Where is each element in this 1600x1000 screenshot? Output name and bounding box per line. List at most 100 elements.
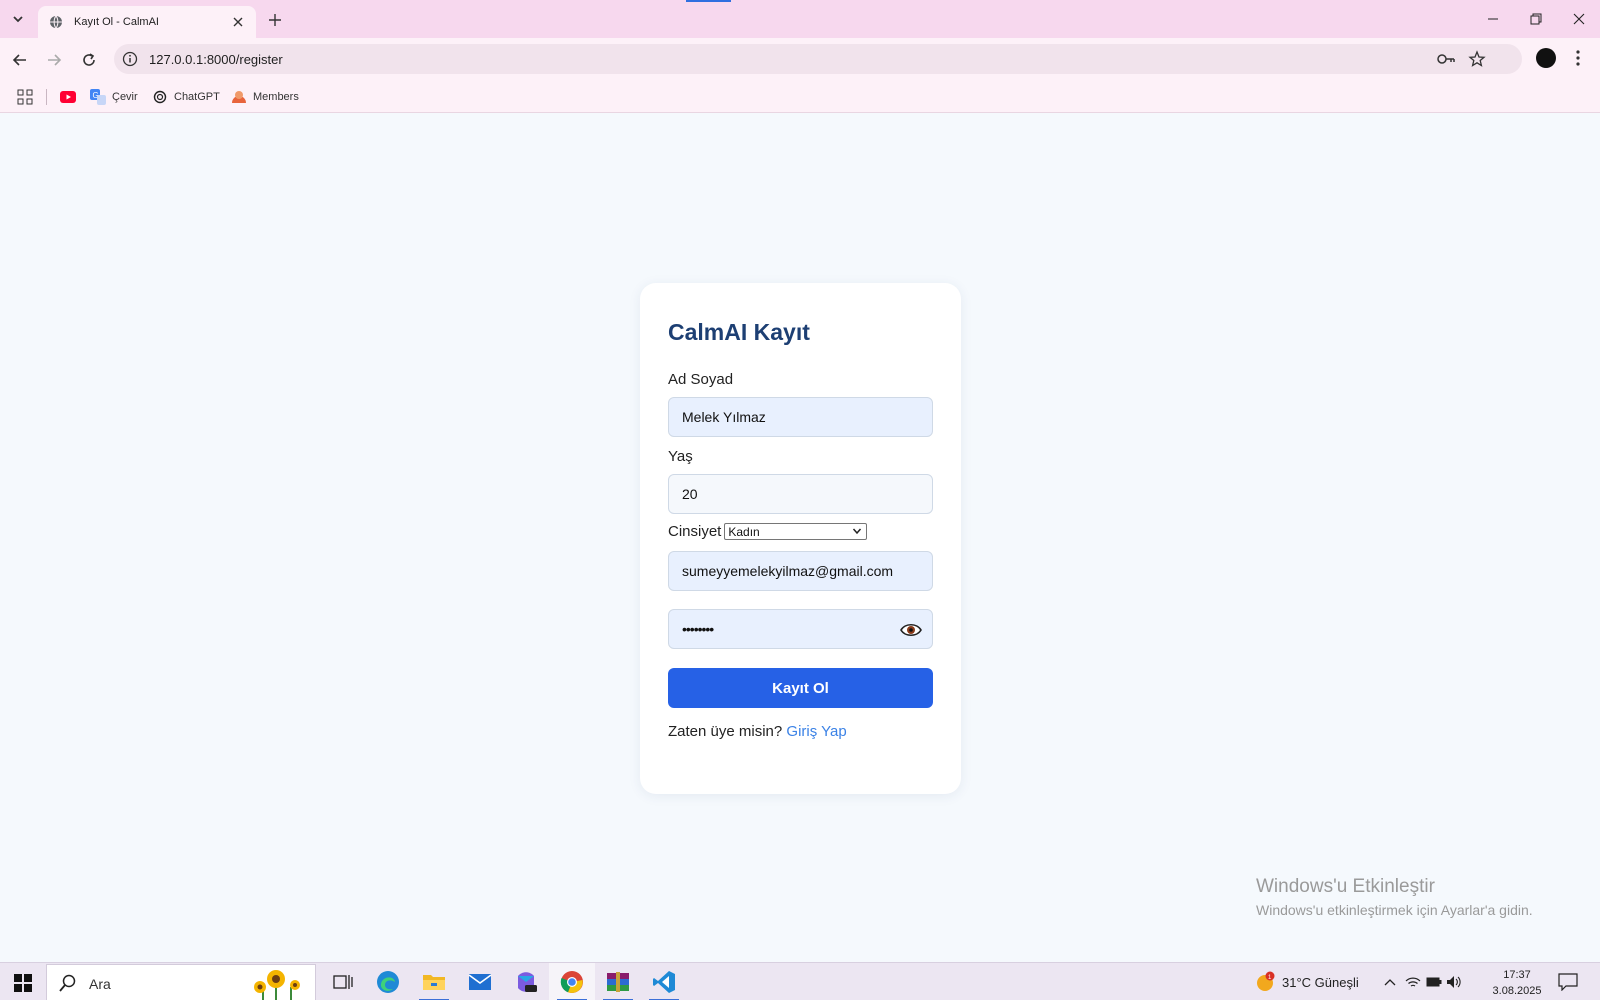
activation-watermark: Windows'u Etkinleştir Windows'u etkinleş… [1256, 876, 1533, 918]
vscode-app[interactable] [641, 963, 687, 1000]
restore-icon [1530, 13, 1542, 25]
name-label: Ad Soyad [668, 371, 734, 388]
volume-control[interactable] [1446, 963, 1462, 1000]
edge-app[interactable] [365, 963, 411, 1000]
battery-status[interactable] [1426, 963, 1442, 1000]
profile-avatar[interactable] [1536, 48, 1556, 68]
clock-time: 17:37 [1503, 969, 1531, 981]
reload-icon [83, 53, 95, 66]
network-status[interactable] [1405, 963, 1421, 1000]
mail-app[interactable] [457, 963, 503, 1000]
winrar-app[interactable] [595, 963, 641, 1000]
minimize-icon [1488, 18, 1498, 20]
weather-sun-icon: 1 [1257, 971, 1275, 991]
age-value: 20 [682, 486, 698, 502]
notification-icon[interactable] [1558, 973, 1578, 991]
tab-search-button[interactable] [6, 8, 30, 30]
members-icon [231, 89, 247, 105]
site-info-icon[interactable] [122, 51, 138, 67]
login-link[interactable]: Giriş Yap [786, 723, 846, 740]
task-view-icon [333, 975, 353, 989]
password-field[interactable]: •••••••• [668, 609, 933, 649]
search-placeholder: Ara [89, 976, 111, 992]
bookmarks-separator [46, 89, 47, 105]
clock-date: 3.08.2025 [1492, 985, 1542, 997]
windows-start-icon[interactable] [14, 974, 32, 992]
close-icon [1573, 13, 1585, 25]
back-button[interactable] [7, 47, 33, 73]
youtube-icon [60, 89, 76, 105]
loading-indicator [686, 0, 731, 2]
tab-active[interactable]: Kayıt Ol - CalmAI [38, 6, 256, 38]
globe-icon [48, 14, 64, 30]
translate-icon: G [90, 89, 106, 105]
gender-row: Cinsiyet Kadın [668, 523, 868, 540]
register-button[interactable]: Kayıt Ol [668, 668, 933, 708]
login-prompt: Zaten üye misin? [668, 723, 783, 740]
forward-button[interactable] [41, 47, 67, 73]
age-field[interactable]: 20 [668, 474, 933, 514]
address-bar[interactable]: 127.0.0.1:8000/register [114, 44, 1522, 74]
reload-button[interactable] [76, 47, 102, 73]
page-title: CalmAI Kayıt [668, 319, 810, 345]
wifi-icon [1405, 977, 1421, 987]
taskbar-search[interactable]: Ara [46, 964, 316, 1000]
restore-button[interactable] [1519, 6, 1553, 32]
activation-title: Windows'u Etkinleştir [1256, 876, 1435, 897]
eye-icon[interactable] [900, 621, 922, 639]
file-explorer-app[interactable] [411, 963, 457, 1000]
task-view-button[interactable] [320, 963, 366, 1000]
tray-expand[interactable] [1384, 963, 1396, 1000]
battery-icon [1426, 977, 1442, 987]
arrow-right-icon [48, 54, 62, 66]
clock[interactable]: 17:37 3.08.2025 [1484, 967, 1550, 999]
bookmark-star-icon[interactable] [1468, 50, 1486, 68]
chatgpt-icon [152, 89, 168, 105]
folder-icon [423, 975, 445, 990]
m365-icon [518, 972, 537, 992]
search-icon [59, 974, 76, 992]
activation-subtitle: Windows'u etkinleştirmek için Ayarlar'a … [1256, 902, 1533, 918]
bookmark-youtube[interactable] [60, 86, 82, 108]
close-tab-icon[interactable] [230, 14, 246, 30]
password-key-icon[interactable] [1436, 51, 1456, 67]
chevron-up-icon [1384, 979, 1396, 986]
mail-icon [468, 974, 492, 990]
age-label: Yaş [668, 448, 693, 465]
bookmark-members[interactable]: Members [231, 86, 299, 108]
gender-label: Cinsiyet [668, 523, 722, 540]
bookmark-translate[interactable]: G Çevir [90, 86, 138, 108]
weather-widget[interactable]: 1 31°C Güneşli [1254, 963, 1359, 1000]
plus-icon [269, 14, 281, 26]
bookmark-chatgpt[interactable]: ChatGPT [152, 86, 220, 108]
bookmark-label: Çevir [112, 91, 138, 103]
bookmark-label: ChatGPT [174, 91, 220, 103]
sunflower-icon [254, 970, 300, 1000]
apps-grid-icon[interactable] [17, 89, 33, 105]
close-window-button[interactable] [1562, 6, 1596, 32]
chrome-icon [560, 971, 583, 993]
browser-titlebar: Kayıt Ol - CalmAI [0, 0, 1600, 38]
chevron-down-icon [853, 528, 862, 535]
m365-app[interactable] [503, 963, 549, 1000]
taskbar: Ara 1 31°C Güneşli 17:37 3.08.2025 [0, 962, 1600, 1000]
gender-select[interactable]: Kadın [724, 523, 868, 540]
name-field[interactable]: Melek Yılmaz [668, 397, 933, 437]
register-card: CalmAI Kayıt Ad Soyad Melek Yılmaz Yaş 2… [640, 283, 961, 794]
gender-selected-value: Kadın [728, 524, 760, 539]
chevron-down-icon [13, 16, 23, 23]
arrow-left-icon [12, 54, 26, 66]
new-tab-button[interactable] [264, 9, 286, 31]
chrome-app[interactable] [549, 963, 595, 1000]
minimize-button[interactable] [1476, 6, 1510, 32]
vscode-icon [653, 971, 675, 993]
edge-icon [377, 971, 399, 993]
login-prompt-line: Zaten üye misin? Giriş Yap [668, 723, 847, 740]
tab-title: Kayıt Ol - CalmAI [74, 16, 159, 28]
email-field[interactable]: sumeyyemelekyilmaz@gmail.com [668, 551, 933, 591]
bookmarks-bar: G Çevir ChatGPT Members [0, 80, 1600, 113]
browser-menu-button[interactable] [1568, 47, 1588, 69]
speaker-icon [1447, 976, 1461, 988]
email-value: sumeyyemelekyilmaz@gmail.com [682, 563, 894, 579]
winrar-icon [607, 972, 629, 992]
